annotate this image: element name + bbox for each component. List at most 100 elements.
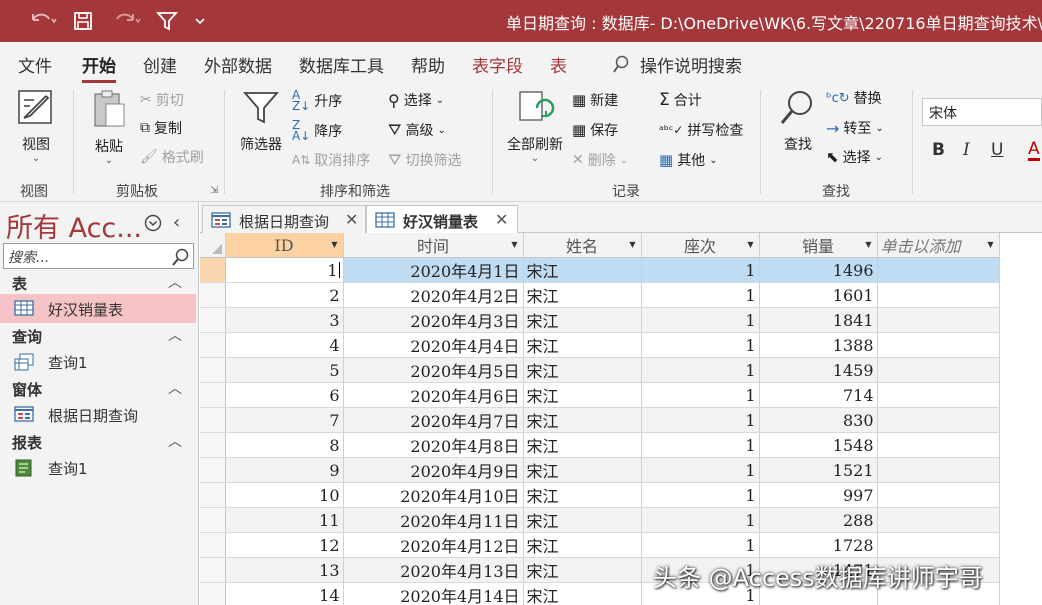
cell-rank[interactable]: 1	[641, 482, 760, 508]
record-selector[interactable]	[200, 357, 226, 383]
cell-add-column[interactable]	[877, 307, 1000, 333]
cell-rank[interactable]: 1	[641, 307, 760, 333]
table-row[interactable]: 8 2020年4月8日 宋江 1 1548	[200, 432, 1042, 458]
spelling-button[interactable]: ᵃᵇᶜ✓ 拼写检查	[659, 120, 743, 140]
cell-time[interactable]: 2020年4月3日	[343, 307, 524, 333]
dropdown-icon[interactable]: ▼	[331, 240, 337, 249]
cell-time[interactable]: 2020年4月8日	[343, 432, 524, 458]
sort-descending-button[interactable]: Z A↓ 降序	[292, 119, 342, 142]
totals-button[interactable]: Σ 合计	[659, 90, 702, 110]
sort-ascending-button[interactable]: A Z↓ 升序	[292, 89, 342, 112]
dropdown-icon[interactable]: ▼	[511, 240, 517, 249]
nav-item-query[interactable]: 查询1	[0, 347, 196, 376]
record-selector[interactable]	[200, 257, 226, 283]
filter-quick-button[interactable]	[154, 8, 180, 34]
doc-tab-form[interactable]: 根据日期查询 ✕	[202, 205, 366, 233]
nav-item-form[interactable]: 根据日期查询	[0, 400, 196, 429]
cell-id[interactable]: 6	[225, 382, 344, 408]
cell-sales[interactable]: 288	[759, 507, 878, 533]
cell-id[interactable]: 11	[225, 507, 344, 533]
nav-search-input[interactable]: 搜索...	[3, 243, 194, 269]
record-selector[interactable]	[200, 482, 226, 508]
tell-me-search[interactable]: 操作说明搜索	[612, 52, 742, 77]
collapse-pane-icon[interactable]: ‹	[173, 212, 180, 233]
save-quick-button[interactable]	[70, 8, 96, 34]
cell-add-column[interactable]	[877, 382, 1000, 408]
cell-name[interactable]: 宋江	[523, 257, 642, 283]
cell-id[interactable]: 8	[225, 432, 344, 458]
paste-button[interactable]: 粘贴 ⌄	[86, 88, 132, 166]
tab-external-data[interactable]: 外部数据	[204, 52, 272, 77]
column-header-name[interactable]: 姓名 ▼	[523, 233, 642, 258]
table-row[interactable]: 2 2020年4月2日 宋江 1 1601	[200, 282, 1042, 308]
cell-rank[interactable]: 1	[641, 382, 760, 408]
cell-sales[interactable]: 714	[759, 382, 878, 408]
dropdown-icon[interactable]: ▼	[865, 240, 871, 249]
record-selector[interactable]	[200, 307, 226, 333]
find-button[interactable]: 查找	[776, 88, 820, 154]
dropdown-icon[interactable]: ▼	[987, 240, 993, 249]
cell-name[interactable]: 宋江	[523, 382, 642, 408]
cell-id[interactable]: 12	[225, 532, 344, 558]
cell-name[interactable]: 宋江	[523, 482, 642, 508]
cell-sales[interactable]: 997	[759, 482, 878, 508]
nav-item-table[interactable]: 好汉销量表	[0, 294, 196, 323]
cell-sales[interactable]: 1496	[759, 257, 878, 283]
nav-item-report[interactable]: 查询1	[0, 453, 196, 482]
cell-name[interactable]: 宋江	[523, 307, 642, 333]
column-header-rank[interactable]: 座次 ▼	[641, 233, 760, 258]
selection-filter-button[interactable]: ⚲ 选择 ⌄	[388, 90, 444, 110]
cell-time[interactable]: 2020年4月14日	[343, 582, 524, 605]
cell-name[interactable]: 宋江	[523, 532, 642, 558]
nav-pane-title[interactable]: 所有 Acc...	[6, 206, 142, 245]
tab-table-fields[interactable]: 表字段	[472, 52, 523, 77]
toggle-filter-button[interactable]: ⛛ 切换筛选	[388, 150, 461, 170]
cell-name[interactable]: 宋江	[523, 282, 642, 308]
column-header-sales[interactable]: 销量 ▼	[759, 233, 878, 258]
customize-quick-access-button[interactable]	[190, 8, 210, 34]
bold-button[interactable]: B	[932, 140, 945, 160]
record-selector[interactable]	[200, 457, 226, 483]
cell-add-column[interactable]	[877, 532, 1000, 558]
redo-button[interactable]	[106, 8, 146, 34]
close-icon[interactable]: ✕	[495, 210, 508, 229]
font-color-button[interactable]: A	[1028, 140, 1040, 161]
cell-name[interactable]: 宋江	[523, 507, 642, 533]
record-selector[interactable]	[200, 532, 226, 558]
nav-section-reports[interactable]: 报表 ︿	[0, 430, 196, 454]
column-header-id[interactable]: ID ▼	[225, 233, 344, 258]
replace-button[interactable]: ᵇc↻ 替换	[826, 88, 882, 108]
cell-time[interactable]: 2020年4月7日	[343, 407, 524, 433]
cell-name[interactable]: 宋江	[523, 357, 642, 383]
tab-home[interactable]: 开始	[82, 52, 116, 83]
cell-sales[interactable]: 1548	[759, 432, 878, 458]
clear-sort-button[interactable]: A⇅ 取消排序	[292, 150, 370, 170]
goto-button[interactable]: → 转至 ⌄	[826, 118, 884, 138]
new-record-button[interactable]: ▦ 新建	[572, 90, 618, 110]
refresh-all-button[interactable]: 全部刷新 ⌄	[502, 88, 568, 164]
cell-rank[interactable]: 1	[641, 507, 760, 533]
record-selector[interactable]	[200, 432, 226, 458]
cell-rank[interactable]: 1	[641, 532, 760, 558]
format-painter-button[interactable]: 🖌 格式刷	[140, 147, 204, 167]
cut-button[interactable]: ✂ 剪切	[140, 90, 184, 110]
cell-time[interactable]: 2020年4月10日	[343, 482, 524, 508]
record-selector[interactable]	[200, 407, 226, 433]
cell-rank[interactable]: 1	[641, 432, 760, 458]
cell-rank[interactable]: 1	[641, 257, 760, 283]
cell-id[interactable]: 14	[225, 582, 344, 605]
cell-id[interactable]: 3	[225, 307, 344, 333]
table-row[interactable]: 6 2020年4月6日 宋江 1 714	[200, 382, 1042, 408]
cell-name[interactable]: 宋江	[523, 457, 642, 483]
cell-rank[interactable]: 1	[641, 457, 760, 483]
nav-section-forms[interactable]: 窗体 ︿	[0, 377, 196, 401]
cell-time[interactable]: 2020年4月1日	[343, 257, 524, 283]
cell-sales[interactable]: 1601	[759, 282, 878, 308]
cell-rank[interactable]: 1	[641, 357, 760, 383]
cell-id[interactable]: 9	[225, 457, 344, 483]
cell-add-column[interactable]	[877, 432, 1000, 458]
record-selector[interactable]	[200, 282, 226, 308]
cell-add-column[interactable]	[877, 282, 1000, 308]
dialog-launcher-icon[interactable]: ⇲	[210, 185, 218, 196]
cell-name[interactable]: 宋江	[523, 332, 642, 358]
